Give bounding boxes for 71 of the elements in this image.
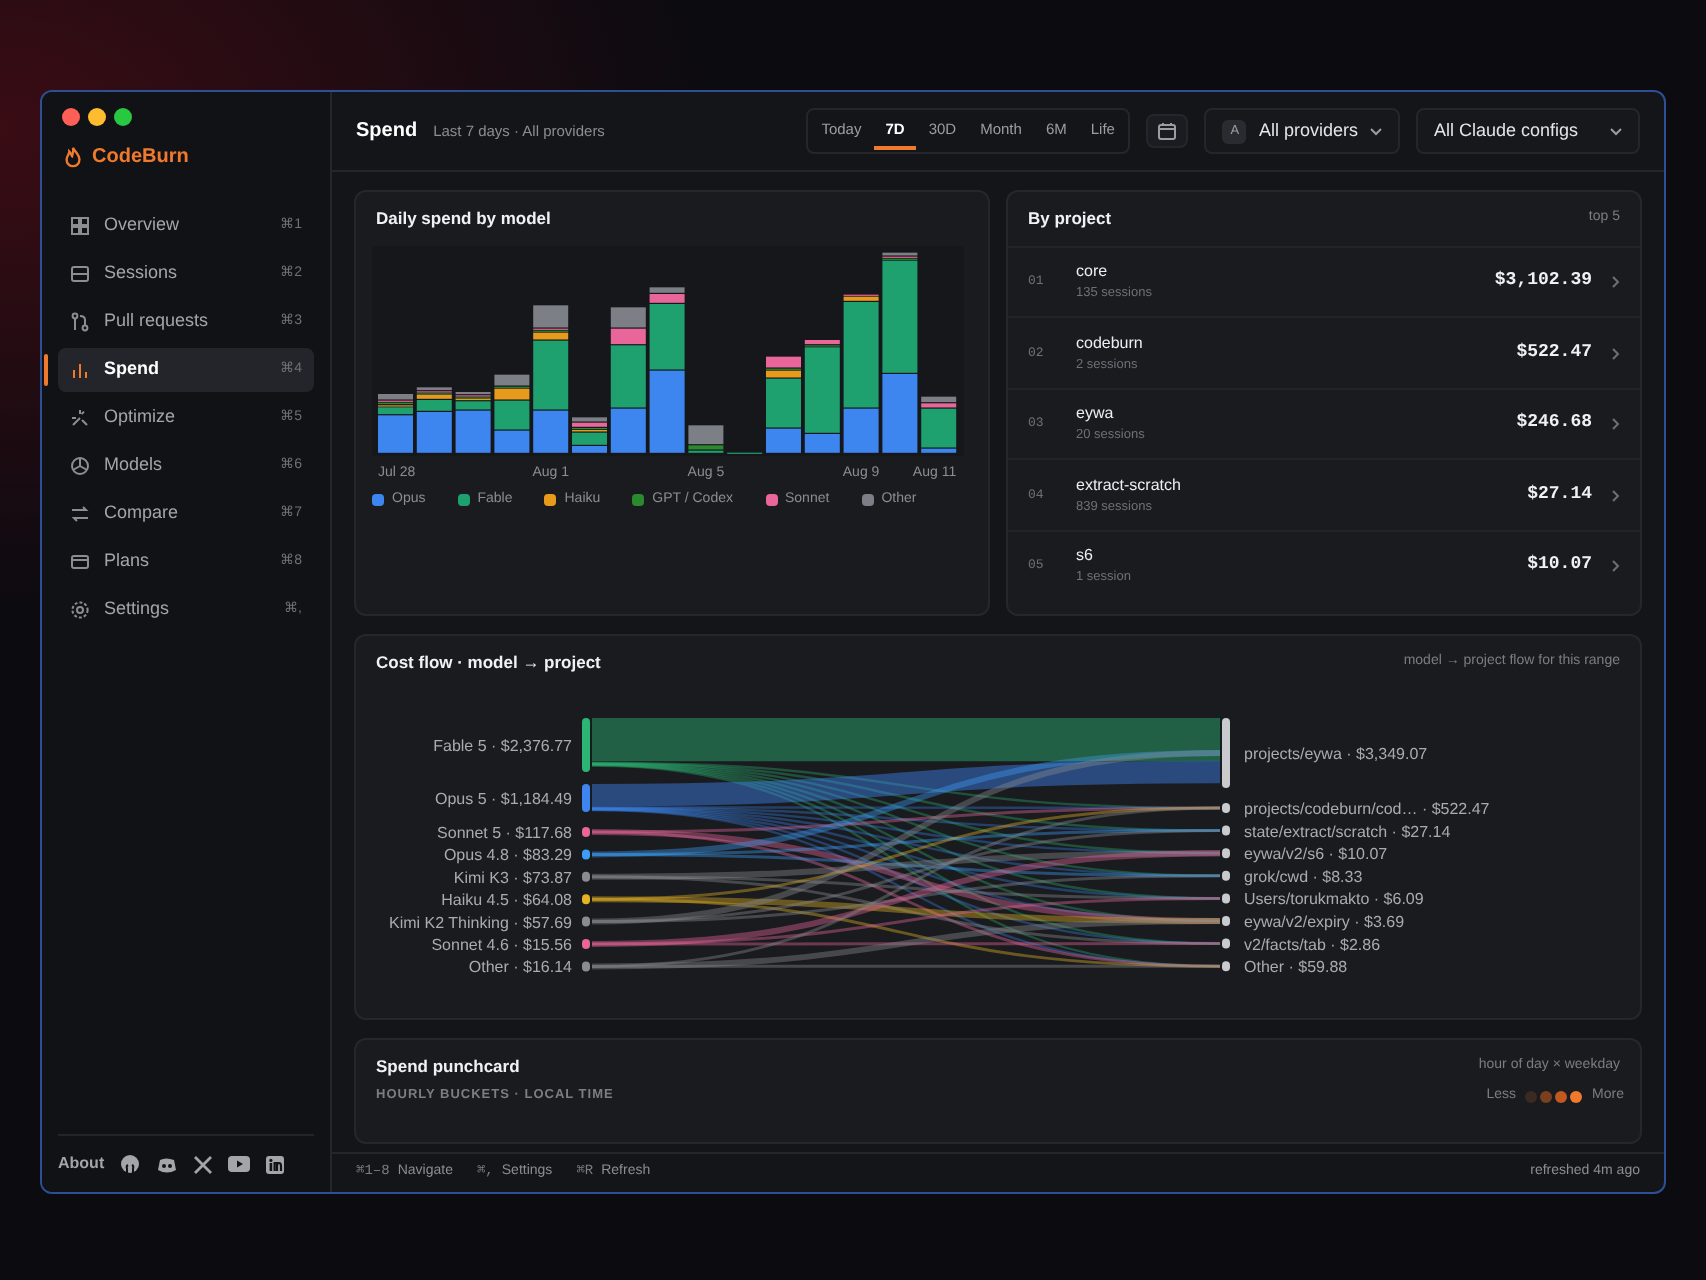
app-name: CodeBurn [92, 144, 189, 172]
chevron-icon [1612, 560, 1620, 572]
model-label: Sonnet 5 · $117.68 [437, 823, 572, 842]
project-node [1222, 717, 1230, 788]
model-label: Sonnet 4.6 · $15.56 [431, 935, 572, 954]
flame-icon [62, 146, 84, 168]
project-label: v2/facts/tab · $2.86 [1244, 935, 1381, 954]
project-cost: $27.14 [1527, 481, 1592, 508]
model-label: Opus 5 · $1,184.49 [435, 789, 572, 808]
linkedin-icon[interactable] [266, 1155, 285, 1173]
minimize-button[interactable] [88, 108, 106, 126]
project-cost: $522.47 [1516, 339, 1592, 366]
card-title: Cost flow · model → project [376, 650, 601, 676]
chevron-icon [1612, 276, 1620, 288]
chevron-icon [1610, 127, 1622, 135]
project-cost: $246.68 [1516, 410, 1592, 437]
config-dropdown[interactable]: All Claude configs [1416, 107, 1640, 155]
project-node [1222, 960, 1230, 971]
model-label: Kimi K3 · $73.87 [453, 868, 572, 887]
project-node [1222, 802, 1230, 813]
calendar-icon[interactable] [1146, 114, 1189, 148]
list-icon [70, 263, 90, 284]
project-name: eywa [1076, 402, 1116, 427]
bar-chart-icon [70, 359, 90, 380]
project-label: eywa/v2/s6 · $10.07 [1244, 844, 1388, 863]
project-node [1222, 915, 1230, 926]
project-name: codeburn [1076, 331, 1143, 356]
project-name: core [1076, 260, 1110, 285]
swap-icon [70, 503, 90, 524]
project-label: grok/cwd · $8.33 [1244, 867, 1363, 886]
model-label: Other · $16.14 [468, 957, 572, 976]
project-label: eywa/v2/expiry · $3.69 [1244, 912, 1405, 931]
project-label: projects/codeburn/cod… · $522.47 [1244, 799, 1490, 818]
chevron-icon [1612, 418, 1620, 430]
project-label: state/extract/scratch · $27.14 [1244, 822, 1451, 841]
grid-icon [70, 215, 90, 236]
sparkle-icon [70, 407, 90, 428]
project-node [1222, 847, 1230, 858]
project-node [1222, 825, 1230, 836]
project-node [1222, 870, 1230, 881]
branch-icon [70, 311, 90, 332]
chevron-icon [1370, 127, 1382, 135]
about-link[interactable]: About [58, 1152, 105, 1176]
model-label: Haiku 4.5 · $64.08 [441, 890, 572, 909]
model-label: Kimi K2 Thinking · $57.69 [389, 913, 572, 932]
project-name: s6 [1076, 544, 1095, 569]
close-button[interactable] [62, 108, 80, 126]
project-cost: $3,102.39 [1494, 268, 1592, 295]
chevron-icon [1612, 347, 1620, 359]
gear-icon [70, 599, 90, 620]
card-title: Spend punchcard [376, 1054, 520, 1080]
zoom-button[interactable] [114, 108, 132, 126]
project-label: projects/eywa · $3,349.07 [1244, 744, 1428, 763]
project-node [1222, 892, 1230, 903]
chevron-icon [1612, 489, 1620, 501]
project-node [1222, 938, 1230, 949]
card-title: Daily spend by model [376, 206, 551, 232]
project-name: extract-scratch [1076, 473, 1181, 498]
card-icon [70, 551, 90, 572]
model-label: Opus 4.8 · $83.29 [443, 845, 572, 864]
project-label: Users/torukmakto · $6.09 [1244, 889, 1424, 908]
project-label: Other · $59.88 [1244, 957, 1348, 976]
project-cost: $10.07 [1527, 552, 1592, 579]
page-title: Spend [356, 118, 418, 146]
youtube-icon[interactable] [228, 1156, 251, 1172]
globe-icon [70, 455, 90, 476]
intensity-scale-icon [1524, 1089, 1585, 1103]
card-title: By project [1028, 206, 1112, 232]
x-icon[interactable] [194, 1155, 213, 1173]
model-label: Fable 5 · $2,376.77 [433, 736, 572, 755]
discord-icon[interactable] [156, 1155, 179, 1173]
